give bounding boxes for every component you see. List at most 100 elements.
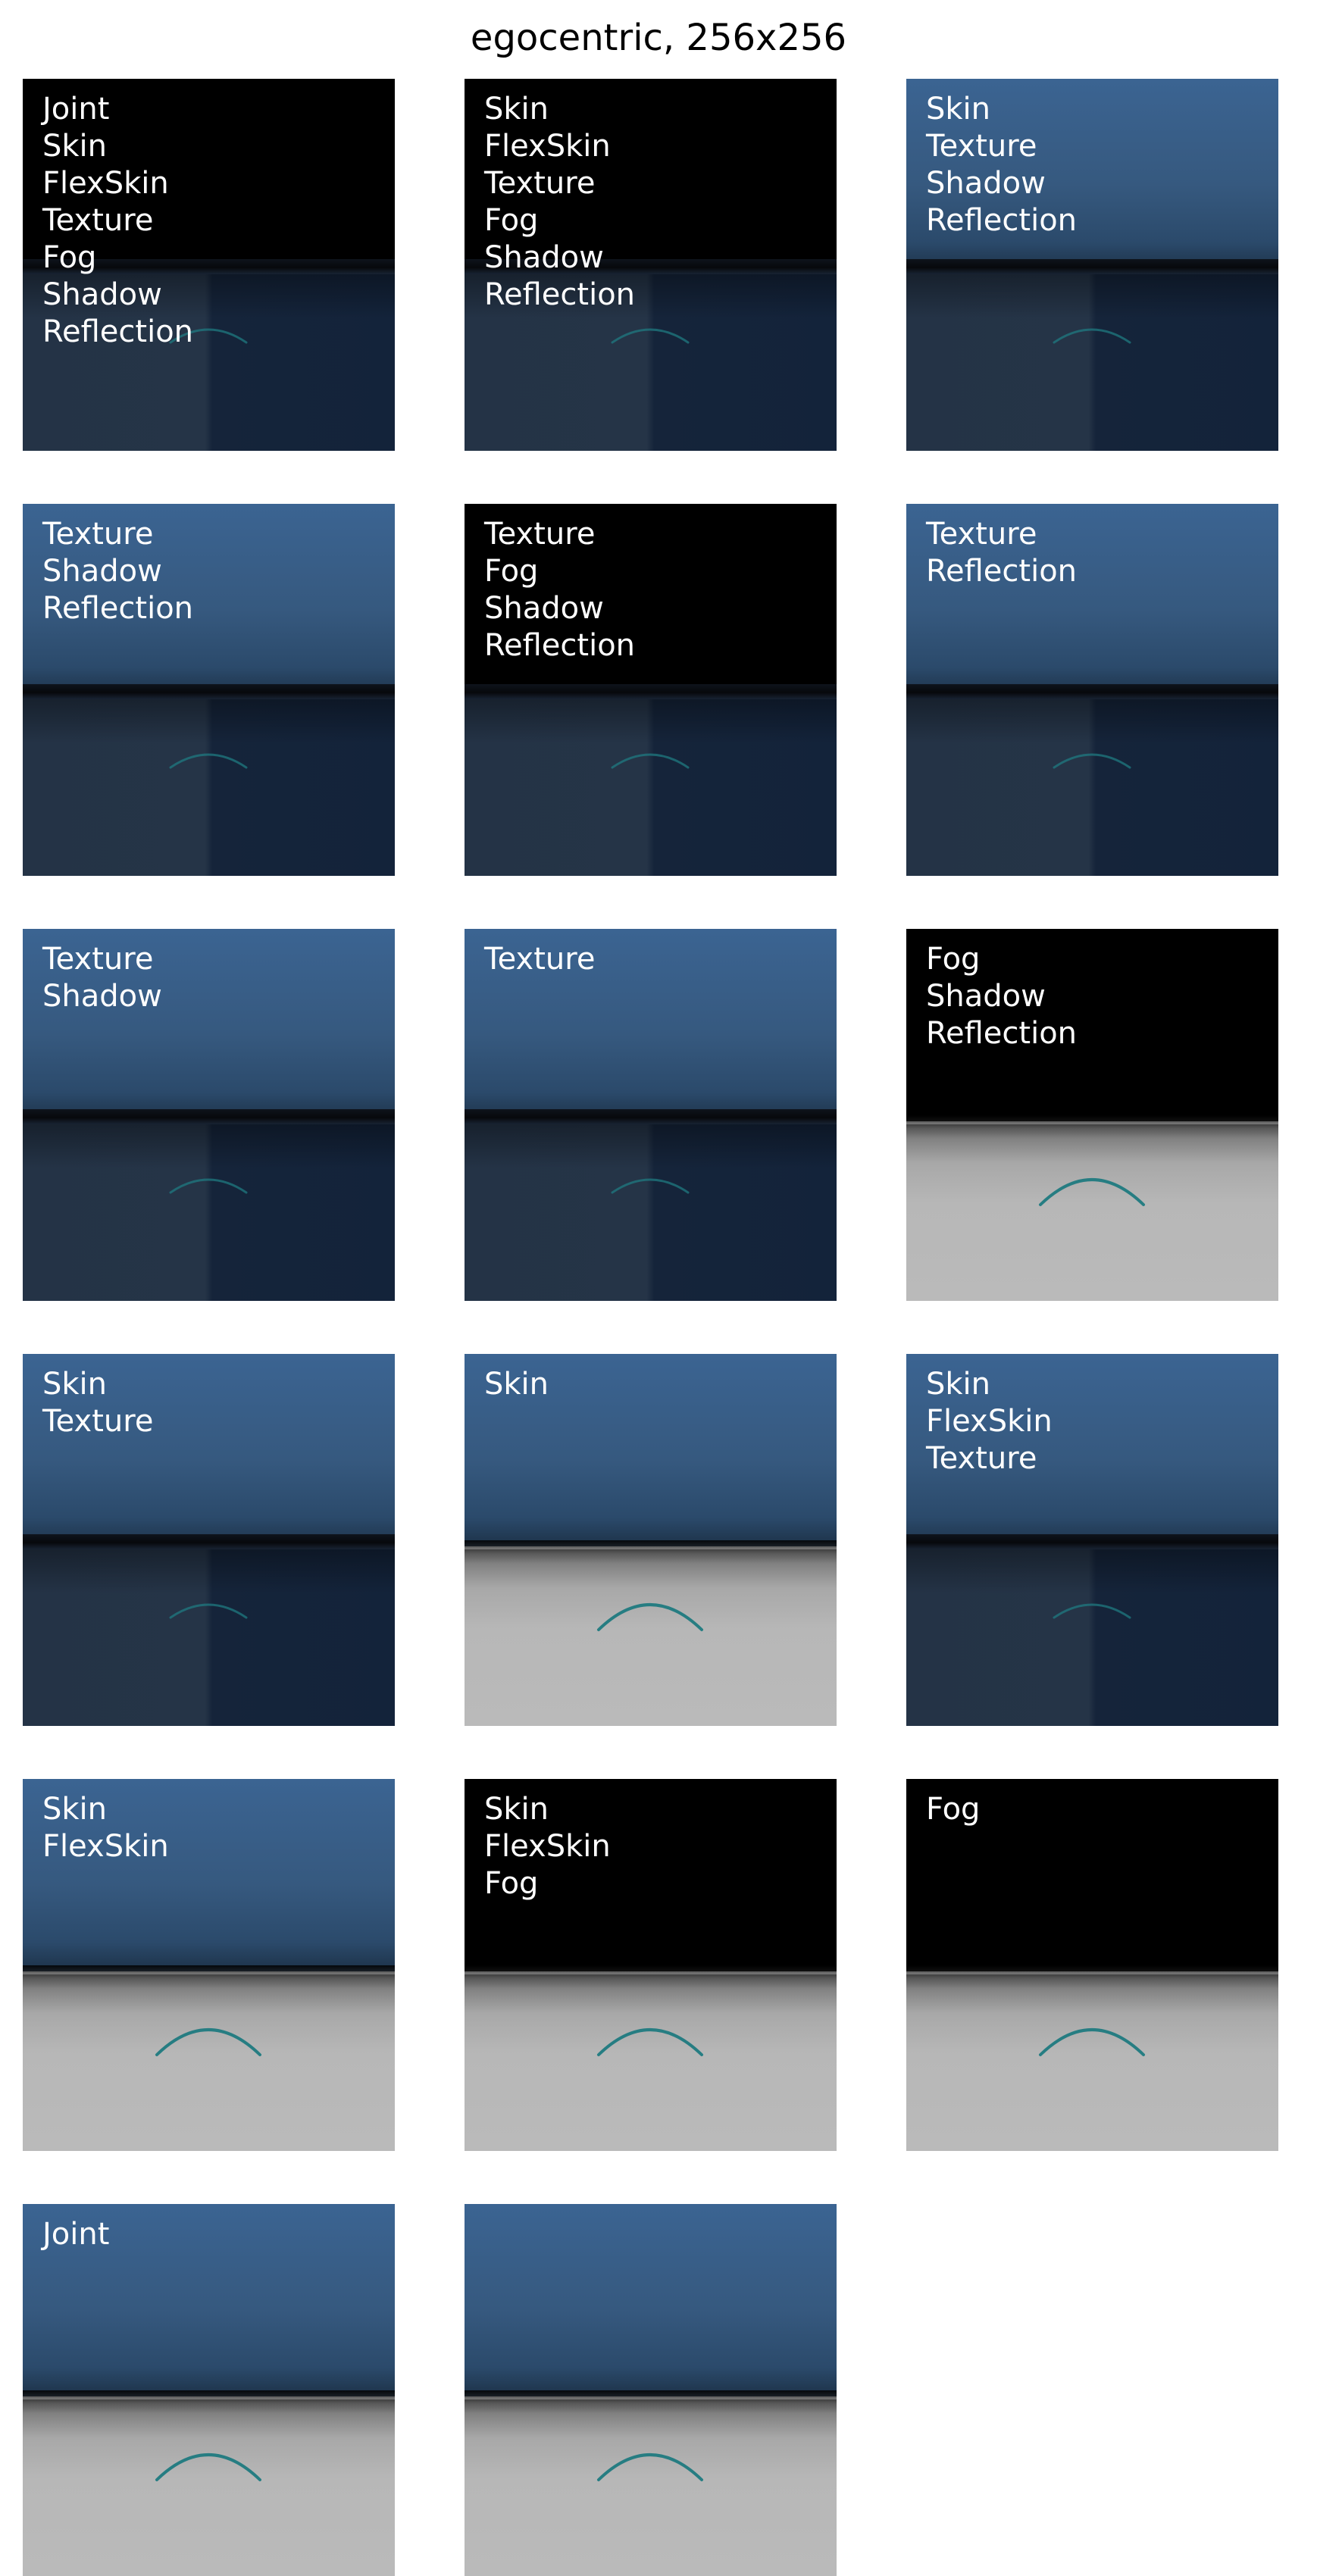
panel-label: Skin <box>484 92 549 127</box>
arc-figure <box>611 753 690 769</box>
render-panel: Texture Shadow Reflection <box>23 504 395 876</box>
sky-blue <box>465 2204 837 2396</box>
render-panel: Skin <box>465 1354 837 1726</box>
panel-label: Joint <box>42 2217 110 2252</box>
panel-label: Fog <box>926 942 981 977</box>
panel-label: Shadow <box>42 554 162 589</box>
panel-labels: Joint Skin FlexSkin Texture Fog Shadow Reflect… <box>42 91 193 351</box>
render-panel: Skin FlexSkin Fog <box>465 1779 837 2151</box>
panel-label: Fog <box>484 1866 539 1901</box>
panel-label: Shadow <box>42 979 162 1014</box>
panel-label: Fog <box>484 203 539 238</box>
panel-labels: Skin Texture <box>42 1366 153 1440</box>
floor-gray <box>465 1974 837 2151</box>
panel-label: Skin <box>926 1367 991 1402</box>
panel-label: Skin <box>42 129 108 164</box>
panel-label: Joint <box>42 92 110 127</box>
panel-label: Reflection <box>926 203 1078 238</box>
arc-figure <box>169 1178 248 1194</box>
figure-title: egocentric, 256x256 <box>470 17 847 59</box>
floor-textured <box>465 699 837 876</box>
panel-labels: Skin FlexSkin Texture Fog Shadow Reflection <box>484 91 635 314</box>
panel-label: Fog <box>926 1792 981 1827</box>
panel-label: Texture <box>926 517 1037 552</box>
panel-label: Texture <box>42 203 154 238</box>
panel-label: Shadow <box>484 240 604 275</box>
floor-gray <box>465 2399 837 2576</box>
floor-textured <box>23 1549 395 1726</box>
panel-label: FlexSkin <box>484 1829 611 1864</box>
floor-textured <box>906 1549 1278 1726</box>
panel-label: Fog <box>484 554 539 589</box>
floor-gray <box>23 2399 395 2576</box>
panel-label: FlexSkin <box>926 1404 1053 1439</box>
panel-label: Reflection <box>926 1016 1078 1051</box>
arc-figure <box>611 328 690 344</box>
horizon-line <box>23 1109 395 1124</box>
render-panel: Texture Fog Shadow Reflection <box>465 504 837 876</box>
horizon-line <box>906 259 1278 274</box>
panel-label: Skin <box>42 1792 108 1827</box>
panel-label: Texture <box>42 517 154 552</box>
panel-label: Texture <box>484 166 596 201</box>
arc-figure <box>1053 1603 1131 1619</box>
arc-figure <box>155 2028 261 2056</box>
panel-label: Shadow <box>484 591 604 626</box>
panel-label: Skin <box>484 1367 549 1402</box>
render-panel: Skin Texture Shadow Reflection <box>906 79 1278 451</box>
horizon-line <box>465 684 837 699</box>
floor-textured <box>23 1124 395 1301</box>
panel-labels: Texture <box>484 941 595 978</box>
panel-labels: Skin FlexSkin <box>42 1791 169 1865</box>
render-panel: Fog Shadow Reflection <box>906 929 1278 1301</box>
floor-textured <box>906 699 1278 876</box>
panel-labels: Fog <box>926 1791 980 1828</box>
render-panel: Fog <box>906 1779 1278 2151</box>
horizon-line <box>23 2390 395 2413</box>
panel-label: Fog <box>42 240 97 275</box>
render-panel: Skin FlexSkin Texture Fog Shadow Reflection <box>465 79 837 451</box>
render-panel <box>465 2204 837 2576</box>
floor-gray <box>906 1974 1278 2151</box>
panel-label: Skin <box>926 92 991 127</box>
arc-figure <box>597 1603 703 1631</box>
render-panel: Texture <box>465 929 837 1301</box>
horizon-line <box>906 1115 1278 1138</box>
panel-labels: Skin Texture Shadow Reflection <box>926 91 1077 239</box>
floor-textured <box>906 274 1278 451</box>
panel-label: Skin <box>42 1367 108 1402</box>
panel-label: FlexSkin <box>42 1829 169 1864</box>
render-panel: Skin FlexSkin <box>23 1779 395 2151</box>
panel-labels: Skin FlexSkin Texture <box>926 1366 1053 1477</box>
render-panel: Texture Reflection <box>906 504 1278 876</box>
horizon-line <box>906 1534 1278 1549</box>
arc-figure <box>169 1603 248 1619</box>
arc-figure <box>1039 2028 1145 2056</box>
floor-textured <box>465 1124 837 1301</box>
panel-label: FlexSkin <box>484 129 611 164</box>
horizon-line <box>23 1534 395 1549</box>
panel-labels: Texture Shadow <box>42 941 162 1015</box>
panel-label: Texture <box>42 942 154 977</box>
horizon-line <box>465 1540 837 1563</box>
panel-label: Reflection <box>42 591 194 626</box>
panel-label: Reflection <box>484 277 636 312</box>
horizon-line <box>465 1965 837 1988</box>
render-grid: Joint Skin FlexSkin Texture Fog Shadow Reflect… <box>23 79 1278 2576</box>
panel-label: Shadow <box>926 166 1046 201</box>
horizon-line <box>23 1965 395 1988</box>
panel-label: Reflection <box>484 628 636 663</box>
floor-textured <box>23 699 395 876</box>
panel-label: Skin <box>484 1792 549 1827</box>
panel-label: Texture <box>926 1441 1037 1476</box>
panel-label: FlexSkin <box>42 166 169 201</box>
panel-label: Reflection <box>926 554 1078 589</box>
arc-figure <box>1053 753 1131 769</box>
arc-figure <box>597 2028 703 2056</box>
panel-labels: Skin FlexSkin Fog <box>484 1791 611 1902</box>
panel-label: Texture <box>42 1404 154 1439</box>
panel-labels: Texture Fog Shadow Reflection <box>484 516 635 664</box>
horizon-line <box>465 2390 837 2413</box>
render-panel: Skin FlexSkin Texture <box>906 1354 1278 1726</box>
floor-gray <box>465 1549 837 1726</box>
